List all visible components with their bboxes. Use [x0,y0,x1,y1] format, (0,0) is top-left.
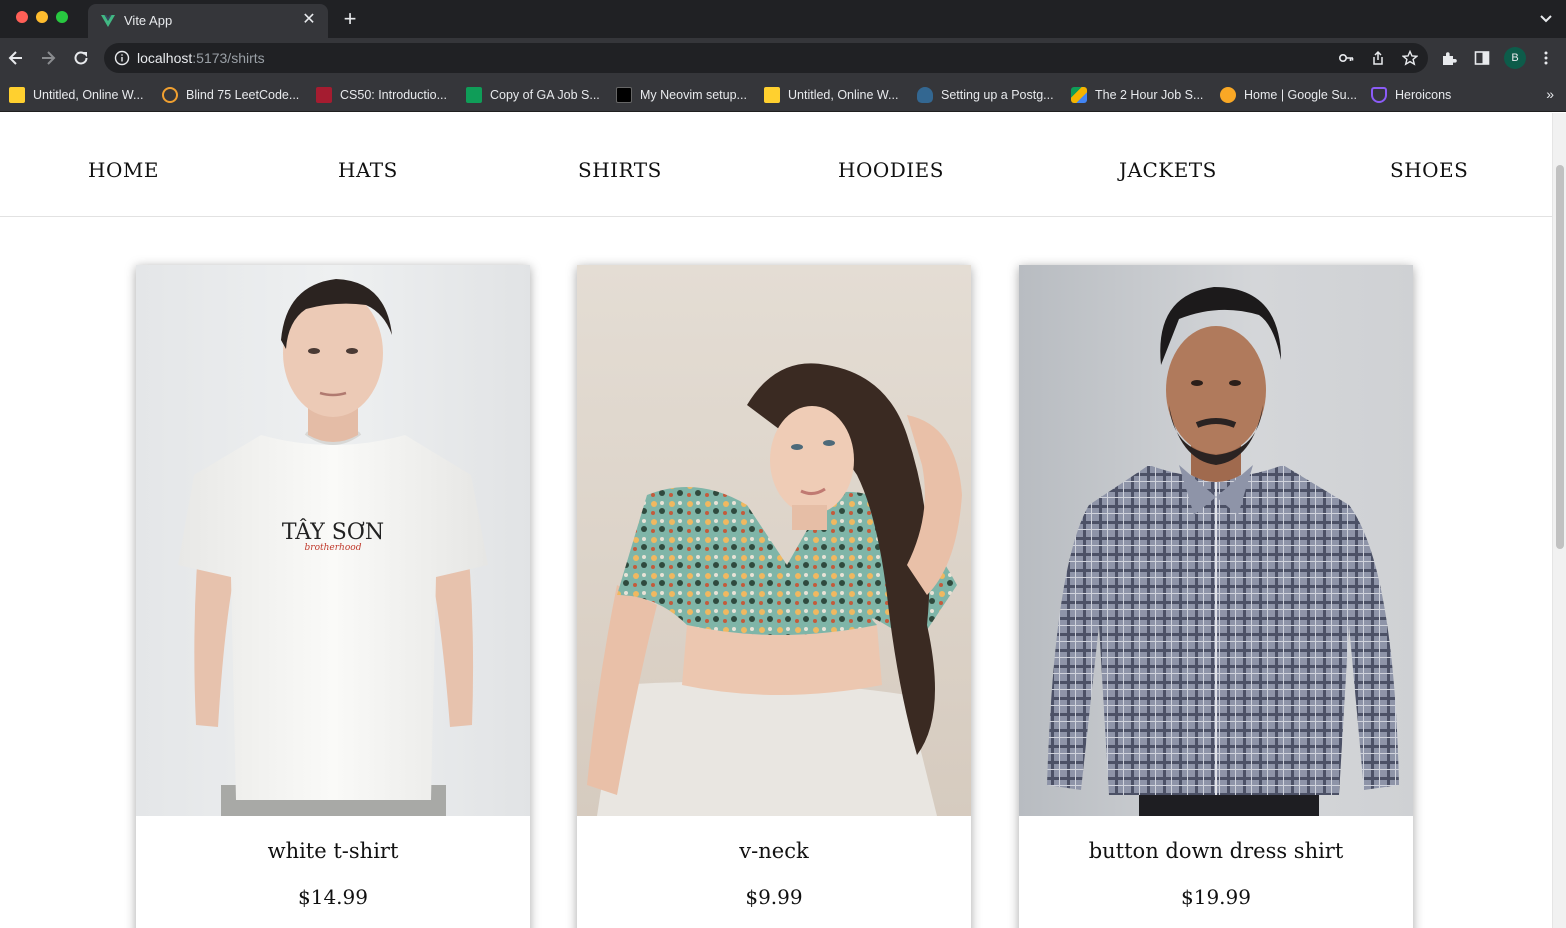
bookmark-item[interactable]: My Neovim setup... [616,86,747,104]
browser-tab-bar: Vite App ✕ + [0,0,1566,38]
bookmark-item[interactable]: Untitled, Online W... [764,86,898,104]
nav-link-home[interactable]: HOME [88,158,159,182]
nav-link-hats[interactable]: HATS [338,158,398,182]
google-support-icon [1220,87,1236,103]
nav-link-hoodies[interactable]: HOODIES [838,158,944,182]
bookmark-label: Blind 75 LeetCode... [186,88,300,102]
miro-icon [9,87,25,103]
bookmark-label: Setting up a Postg... [941,88,1054,102]
postgres-icon [917,87,933,103]
bookmark-item[interactable]: CS50: Introductio... [316,86,447,104]
bookmark-label: Untitled, Online W... [788,88,899,102]
close-window-button[interactable] [16,11,28,23]
product-price: $14.99 [298,885,368,909]
site-nav: HOME HATS SHIRTS HOODIES JACKETS SHOES [0,113,1552,217]
side-panel-icon[interactable] [1474,50,1490,66]
woman-floral-top-photo [577,265,971,816]
back-arrow-icon[interactable] [6,48,26,68]
vite-icon [101,15,115,27]
man-white-tshirt-photo: TÂY SƠN brotherhood [136,265,530,816]
address-bar[interactable]: localhost:5173/shirts [104,43,1428,73]
bookmark-item[interactable]: The 2 Hour Job S... [1071,86,1203,104]
bookmarks-bar: Untitled, Online W... Blind 75 LeetCode.… [0,78,1566,112]
product-name: button down dress shirt [1088,839,1344,863]
scrollbar-thumb[interactable] [1556,165,1564,549]
maximize-window-button[interactable] [56,11,68,23]
key-icon[interactable] [1338,50,1354,66]
bookmark-label: My Neovim setup... [640,88,747,102]
minimize-window-button[interactable] [36,11,48,23]
product-card[interactable]: TÂY SƠN brotherhood white t-shirt $14.99 [136,265,530,928]
new-tab-icon[interactable]: + [340,8,360,30]
product-image[interactable] [1019,265,1413,816]
bookmark-label: Home | Google Su... [1244,88,1358,102]
bookmark-label: The 2 Hour Job S... [1095,88,1204,102]
url-host: localhost [137,50,193,66]
tshirt-print-tagline: brotherhood [305,543,362,553]
browser-toolbar: localhost:5173/shirts B [0,38,1566,78]
sheets-icon [466,87,482,103]
bookmark-star-icon[interactable] [1402,50,1418,66]
nav-link-jackets[interactable]: JACKETS [1119,158,1217,182]
url-text[interactable]: localhost:5173/shirts [137,50,265,66]
dev-icon [616,87,632,103]
forward-arrow-icon[interactable] [38,48,58,68]
bookmark-item[interactable]: Blind 75 LeetCode... [162,86,299,104]
nav-link-shirts[interactable]: SHIRTS [578,158,662,182]
close-tab-icon[interactable]: ✕ [300,11,318,29]
product-price: $19.99 [1181,885,1251,909]
browser-tab-active[interactable]: Vite App ✕ [88,4,328,38]
bookmark-item[interactable]: Copy of GA Job S... [466,86,600,104]
harvard-icon [316,87,332,103]
bookmark-label: Heroicons [1395,88,1452,102]
product-image[interactable] [577,265,971,816]
leetcode-icon [162,87,178,103]
more-bookmarks-icon[interactable]: » [1546,86,1554,102]
tab-title: Vite App [124,13,173,28]
chevron-down-icon[interactable] [1538,10,1554,26]
bookmark-label: Copy of GA Job S... [490,88,600,102]
extensions-icon[interactable] [1441,50,1457,66]
nav-link-shoes[interactable]: SHOES [1390,158,1468,182]
bookmark-item[interactable]: Setting up a Postg... [917,86,1054,104]
miro-icon [764,87,780,103]
heroicons-icon [1371,87,1387,103]
product-name: white t-shirt [267,839,399,863]
product-card[interactable]: button down dress shirt $19.99 [1019,265,1413,928]
profile-avatar[interactable]: B [1504,47,1526,69]
bookmark-label: Untitled, Online W... [33,88,144,102]
bookmark-item[interactable]: Untitled, Online W... [9,86,143,104]
product-card[interactable]: v-neck $9.99 [577,265,971,928]
share-icon[interactable] [1370,50,1386,66]
reload-icon[interactable] [71,48,91,68]
bookmark-item[interactable]: Home | Google Su... [1220,86,1357,104]
bookmark-label: CS50: Introductio... [340,88,448,102]
product-image[interactable]: TÂY SƠN brotherhood [136,265,530,816]
man-plaid-shirt-photo [1019,265,1413,816]
bookmark-item[interactable]: Heroicons [1371,86,1451,104]
tshirt-print-brand: TÂY SƠN [282,518,384,545]
url-path: :5173/shirts [192,50,265,66]
product-price: $9.99 [745,885,803,909]
site-info-icon[interactable] [114,50,130,66]
product-name: v-neck [739,839,809,863]
kebab-menu-icon[interactable] [1538,50,1554,66]
drive-icon [1071,87,1087,103]
page-viewport: HOME HATS SHIRTS HOODIES JACKETS SHOES T… [0,113,1552,928]
page-scrollbar[interactable] [1552,113,1566,928]
